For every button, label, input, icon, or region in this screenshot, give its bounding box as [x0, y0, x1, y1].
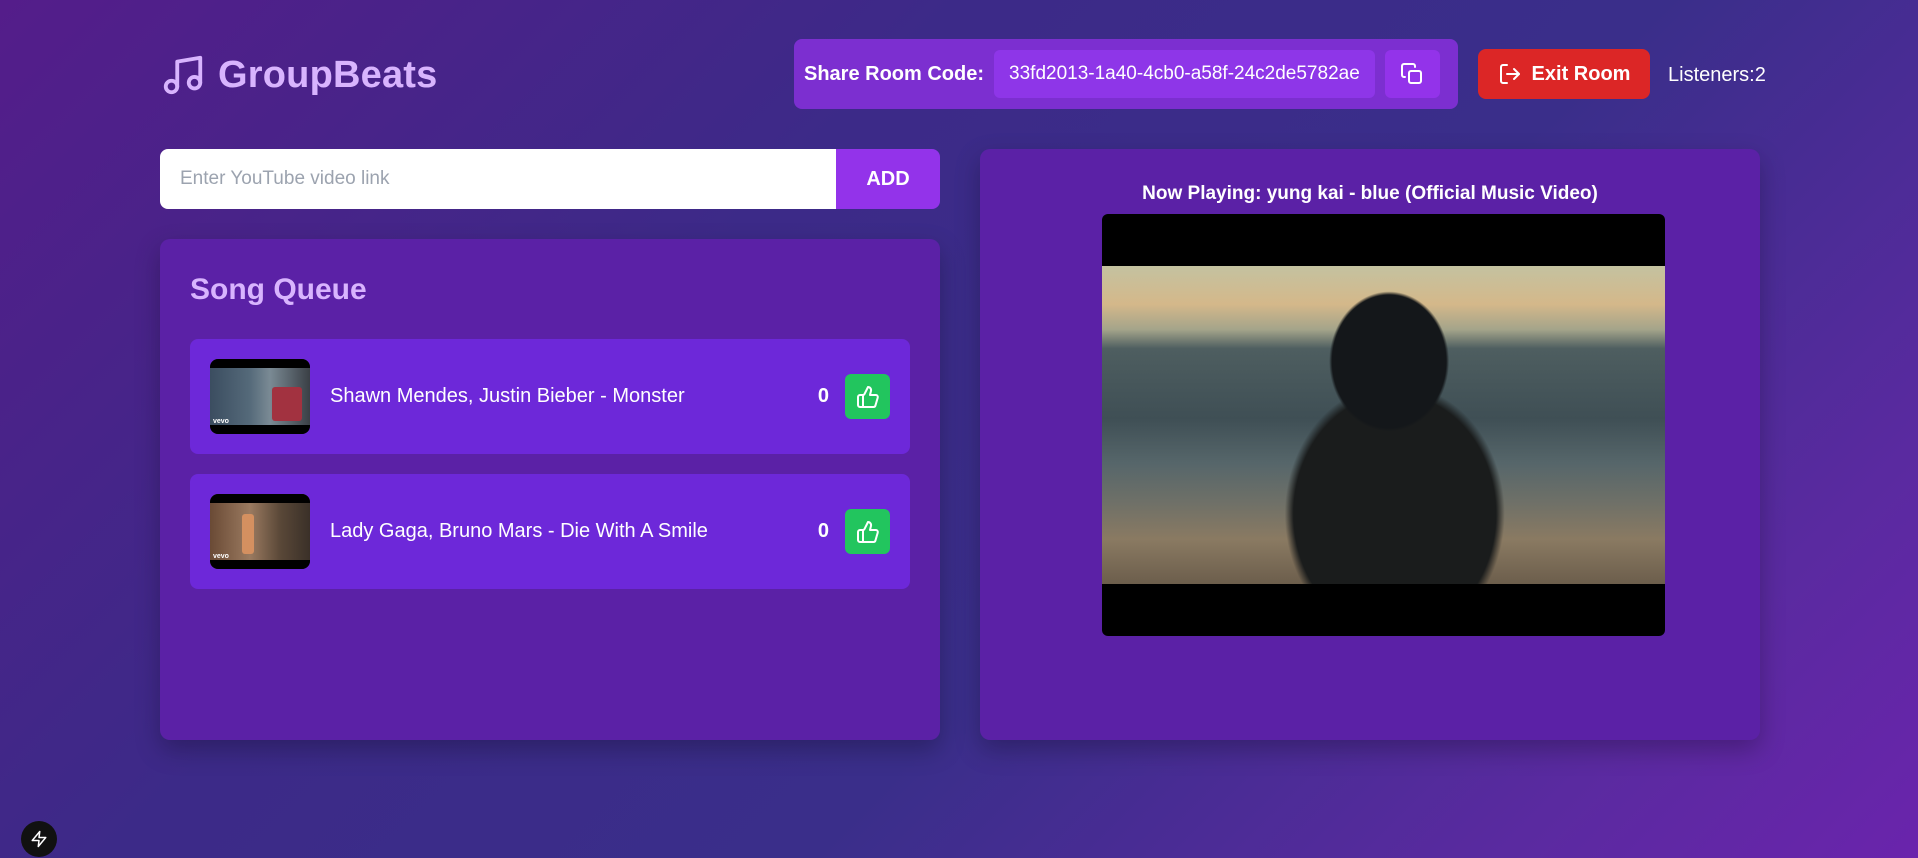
song-title: Lady Gaga, Bruno Mars - Die With A Smile — [330, 520, 708, 542]
copy-icon — [1401, 63, 1423, 84]
thumbnail-label: vevo — [213, 553, 229, 560]
dev-tools-button[interactable] — [21, 821, 57, 857]
header: GroupBeats Share Room Code: 33fd2013-1a4… — [160, 38, 1766, 112]
video-player[interactable] — [1102, 214, 1665, 636]
song-queue-panel: Song Queue vevo Shawn Mendes, Justin Bie… — [160, 239, 940, 740]
room-code-field[interactable]: 33fd2013-1a40-4cb0-a58f-24c2de5782ae — [994, 50, 1375, 98]
youtube-link-input[interactable] — [160, 149, 836, 209]
share-room-label: Share Room Code: — [804, 62, 985, 85]
logout-icon — [1499, 64, 1520, 84]
vote-count: 0 — [817, 520, 829, 542]
video-frame — [1102, 266, 1665, 584]
brand[interactable]: GroupBeats — [160, 52, 437, 98]
song-thumbnail: vevo — [210, 359, 310, 434]
thumbs-up-icon — [856, 385, 879, 408]
add-song-form: ADD — [160, 149, 940, 209]
queue-item: vevo Lady Gaga, Bruno Mars - Die With A … — [190, 474, 910, 589]
listeners-count: Listeners:2 — [1668, 64, 1766, 86]
copy-room-code-button[interactable] — [1384, 50, 1440, 98]
upvote-button[interactable] — [845, 509, 890, 554]
song-thumbnail: vevo — [210, 494, 310, 569]
exit-room-button[interactable]: Exit Room — [1478, 49, 1650, 99]
lightning-bolt-icon — [31, 830, 47, 848]
music-note-icon — [163, 55, 203, 95]
thumbs-up-icon — [856, 520, 879, 543]
share-room-box: Share Room Code: 33fd2013-1a40-4cb0-a58f… — [794, 39, 1458, 109]
upvote-button[interactable] — [845, 374, 890, 419]
now-playing-panel: Now Playing: yung kai - blue (Official M… — [980, 149, 1760, 740]
song-queue-title: Song Queue — [190, 273, 367, 306]
song-title: Shawn Mendes, Justin Bieber - Monster — [330, 385, 685, 407]
vote-count: 0 — [817, 385, 829, 407]
exit-room-label: Exit Room — [1531, 62, 1631, 85]
now-playing-title: Now Playing: yung kai - blue (Official M… — [1142, 183, 1598, 204]
queue-item: vevo Shawn Mendes, Justin Bieber - Monst… — [190, 339, 910, 454]
brand-name: GroupBeats — [218, 53, 438, 96]
add-song-button[interactable]: ADD — [836, 149, 940, 209]
thumbnail-label: vevo — [213, 418, 229, 425]
